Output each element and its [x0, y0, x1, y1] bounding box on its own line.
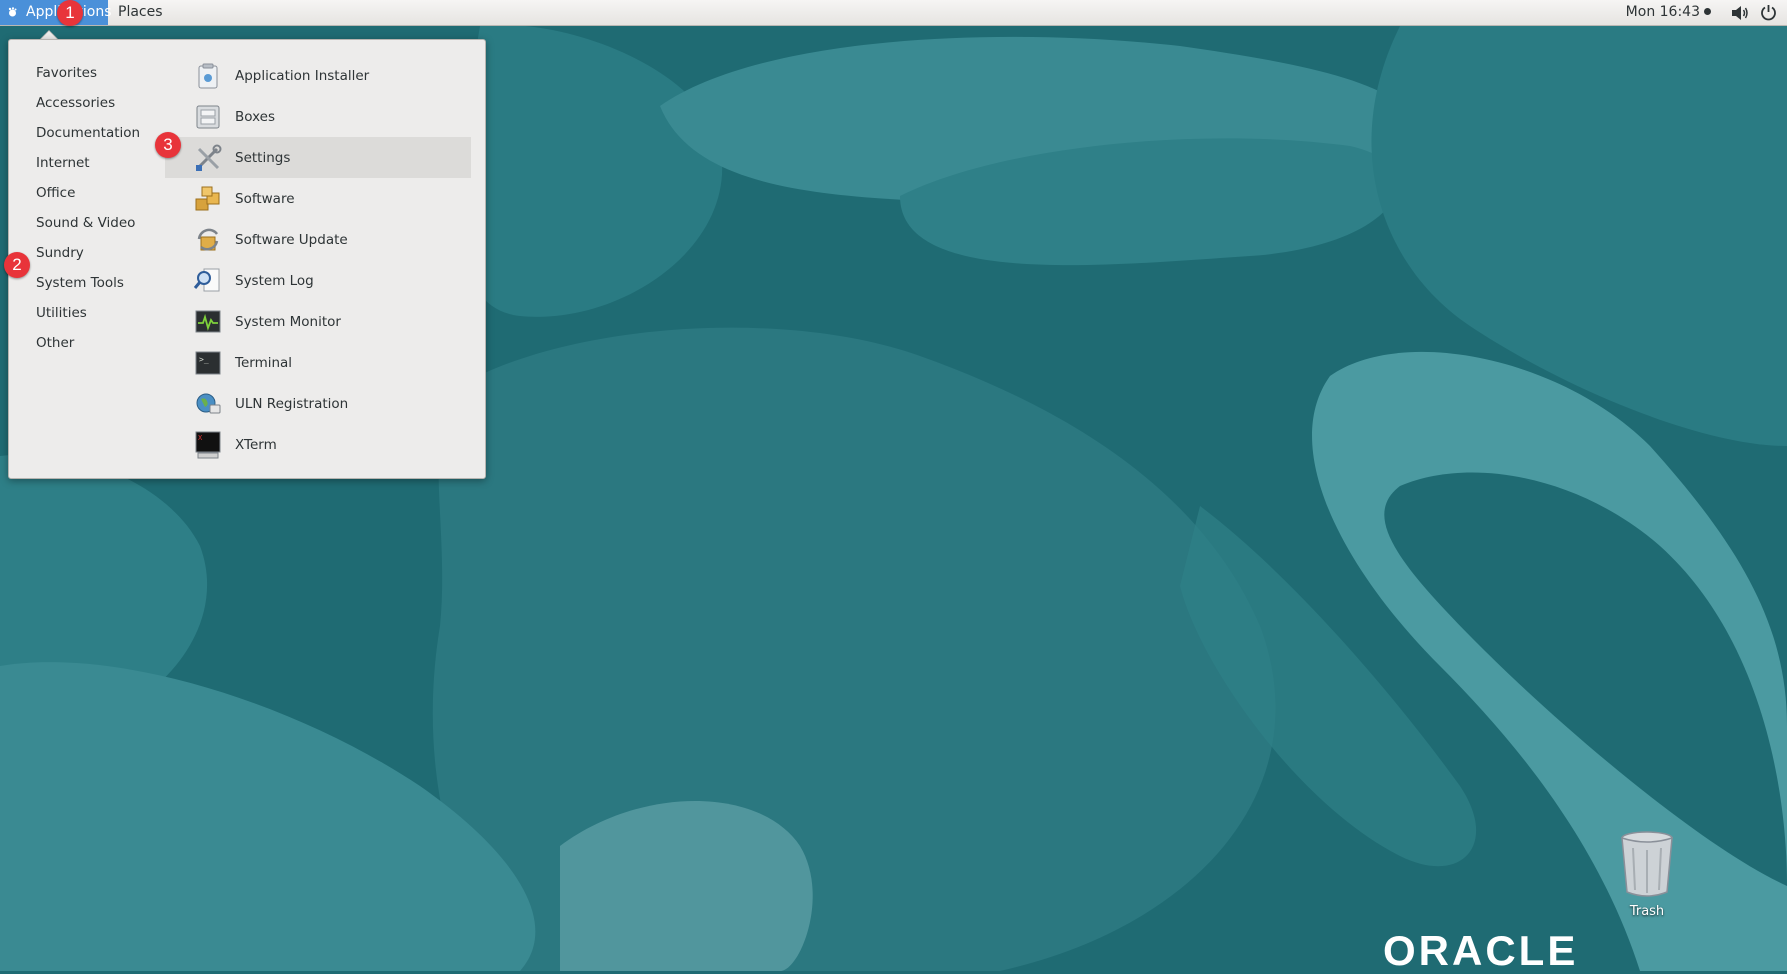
category-office[interactable]: Office: [9, 178, 159, 208]
category-documentation[interactable]: Documentation: [9, 118, 159, 148]
notification-dot: [1704, 8, 1711, 15]
clock[interactable]: Mon 16:43: [1626, 0, 1711, 25]
trash-icon: [1621, 831, 1673, 897]
app-uln-registration[interactable]: ULN Registration: [165, 383, 471, 424]
category-favorites[interactable]: Favorites: [9, 58, 159, 88]
app-label: System Log: [235, 272, 314, 289]
category-other[interactable]: Other: [9, 328, 159, 358]
gnome-foot-icon: [8, 7, 17, 17]
clock-label: Mon 16:43: [1625, 4, 1700, 20]
app-label: Software: [235, 190, 295, 207]
app-label: Application Installer: [235, 67, 370, 84]
uln-registration-icon: [196, 393, 221, 413]
callout-1: 1: [57, 0, 83, 26]
callout-2: 2: [4, 252, 30, 278]
category-system-tools[interactable]: System Tools: [9, 268, 159, 298]
places-menu-button[interactable]: Places: [118, 0, 163, 25]
app-label: Boxes: [235, 108, 276, 125]
boxes-icon: [196, 105, 220, 128]
category-internet[interactable]: Internet: [9, 148, 159, 178]
app-label: System Monitor: [235, 313, 341, 330]
terminal-icon: >_: [195, 351, 221, 374]
trash-label: Trash: [1629, 904, 1665, 919]
app-application-installer[interactable]: Application Installer: [165, 55, 471, 96]
power-icon[interactable]: [1760, 4, 1777, 21]
system-monitor-icon: [195, 310, 221, 332]
app-system-monitor[interactable]: System Monitor: [165, 301, 471, 342]
callout-3: 3: [155, 132, 181, 158]
system-log-icon: [193, 268, 220, 291]
svg-text:>_: >_: [199, 355, 209, 364]
trash-desktop-item[interactable]: Trash: [1610, 830, 1684, 919]
xterm-icon: X: [195, 431, 221, 458]
app-list: Application Installer Boxes Settings Sof…: [165, 55, 471, 465]
app-settings[interactable]: Settings: [165, 137, 471, 178]
settings-icon: [196, 144, 222, 171]
volume-icon[interactable]: [1731, 5, 1749, 21]
app-software[interactable]: Software: [165, 178, 471, 219]
app-label: Terminal: [235, 354, 293, 371]
app-label: ULN Registration: [235, 395, 349, 412]
oracle-logo: ORACLE: [1383, 927, 1579, 974]
software-icon: [195, 186, 220, 210]
app-software-update[interactable]: Software Update: [165, 219, 471, 260]
app-label: Software Update: [235, 231, 348, 248]
category-utilities[interactable]: Utilities: [9, 298, 159, 328]
category-list: Favorites Accessories Documentation Inte…: [9, 58, 159, 358]
app-terminal[interactable]: >_ Terminal: [165, 342, 471, 383]
app-system-log[interactable]: System Log: [165, 260, 471, 301]
applications-menu: Favorites Accessories Documentation Inte…: [8, 39, 486, 479]
top-panel: Applications Places Mon 16:43: [0, 0, 1787, 26]
category-accessories[interactable]: Accessories: [9, 88, 159, 118]
category-sound-video[interactable]: Sound & Video: [9, 208, 159, 238]
app-label: XTerm: [235, 436, 277, 453]
software-update-icon: [197, 228, 219, 250]
app-label: Settings: [235, 149, 291, 166]
app-boxes[interactable]: Boxes: [165, 96, 471, 137]
category-sundry[interactable]: Sundry: [9, 238, 159, 268]
app-xterm[interactable]: X XTerm: [165, 424, 471, 465]
applications-menu-button[interactable]: Applications: [0, 0, 112, 25]
application-installer-icon: [198, 63, 218, 88]
